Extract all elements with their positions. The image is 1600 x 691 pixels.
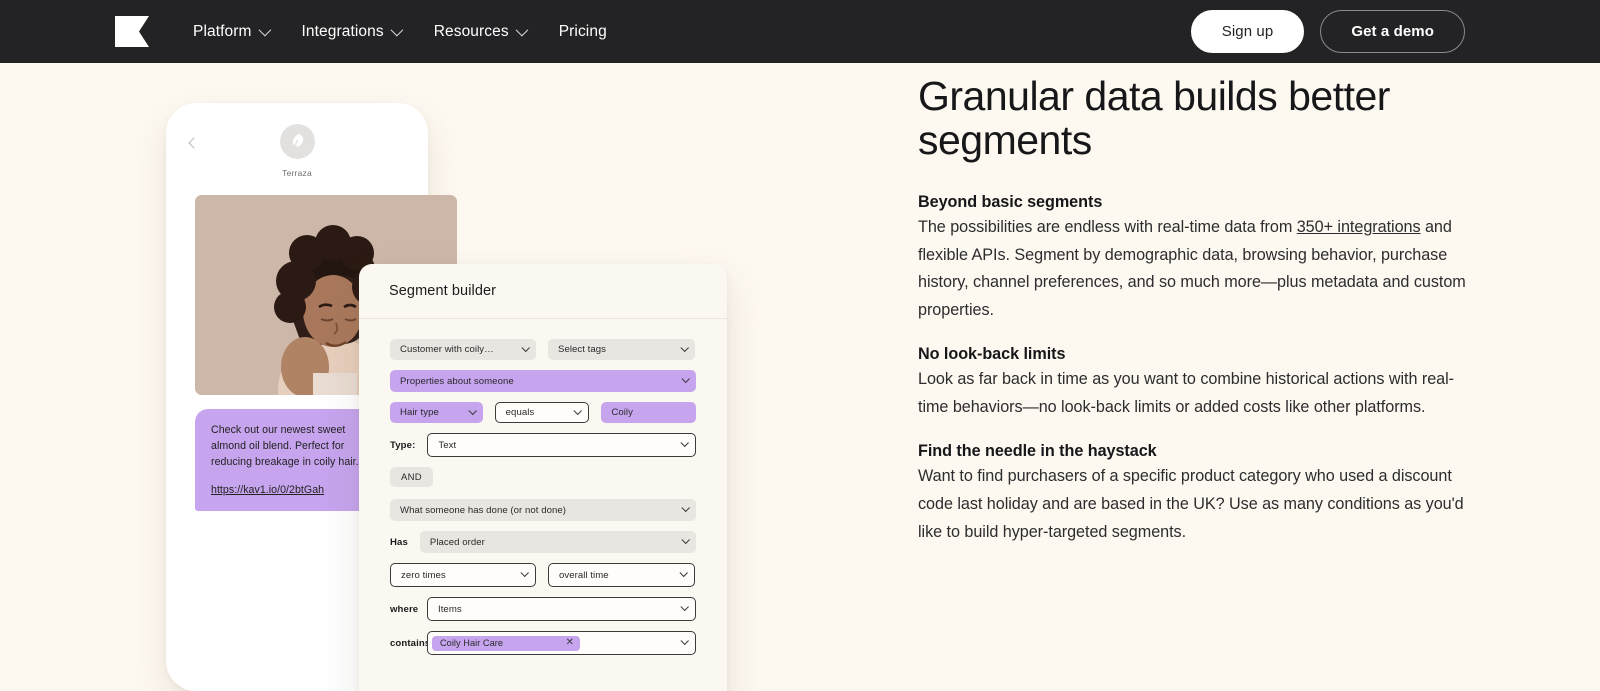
segment-builder-header: Segment builder xyxy=(359,264,727,319)
select-value: zero times xyxy=(401,569,446,581)
nav-item-label: Pricing xyxy=(558,22,607,40)
condition-group-row: Properties about someone xyxy=(390,370,696,392)
get-a-demo-button[interactable]: Get a demo xyxy=(1320,10,1465,53)
chevron-down-icon xyxy=(680,636,689,646)
chevron-down-icon xyxy=(258,23,271,37)
behavior-group-select[interactable]: What someone has done (or not done) xyxy=(390,499,696,521)
metric-row: Has Placed order xyxy=(390,531,696,553)
chevron-down-icon xyxy=(521,343,530,352)
nav-item-label: Integrations xyxy=(301,22,384,40)
value-input[interactable]: Coily xyxy=(601,402,696,423)
type-row: Type: Text xyxy=(390,433,696,457)
nav-item-label: Resources xyxy=(433,22,509,40)
sms-link[interactable]: https://kav1.io/0/2btGah xyxy=(211,484,324,496)
copy-block-find-the-needle: Find the needle in the haystack Want to … xyxy=(918,442,1478,547)
where-select[interactable]: Items xyxy=(427,597,696,621)
page-content: Terraza Check out our newest sweet almon… xyxy=(0,63,1600,691)
nav-item-label: Platform xyxy=(193,22,252,40)
segment-builder-card: Segment builder Customer with coily… Sel… xyxy=(359,264,727,691)
copy-block-title: Find the needle in the haystack xyxy=(918,441,1157,460)
nav-item-resources[interactable]: Resources xyxy=(417,16,542,48)
select-value: Placed order xyxy=(429,536,485,548)
close-x-icon[interactable]: ✕ xyxy=(566,638,574,648)
joiner-row: AND xyxy=(390,467,696,487)
page-title: Granular data builds better segments xyxy=(918,73,1390,163)
phone-header: Terraza xyxy=(166,103,428,195)
select-value: equals xyxy=(505,407,535,418)
copy-block-text: Want to find purchasers of a specific pr… xyxy=(918,466,1464,541)
select-value: Hair type xyxy=(400,407,439,418)
contains-label: contains xyxy=(390,637,431,649)
product-illustration: Terraza Check out our newest sweet almon… xyxy=(0,63,900,691)
chevron-down-icon xyxy=(573,406,583,415)
select-value: Customer with coily… xyxy=(400,344,494,355)
sms-body: Check out our newest sweet almond oil bl… xyxy=(211,424,359,469)
type-select[interactable]: Text xyxy=(427,433,696,457)
chevron-down-icon xyxy=(681,374,690,384)
chevron-down-icon xyxy=(680,343,689,352)
contains-tag-label: Coily Hair Care xyxy=(440,638,504,648)
where-label: where xyxy=(390,603,419,615)
copy-block-beyond-basic-segments: Beyond basic segments The possibilities … xyxy=(918,193,1478,325)
chevron-down-icon xyxy=(520,568,529,578)
segment-meta-row: Customer with coily… Select tags xyxy=(390,339,696,360)
chevron-down-icon xyxy=(681,535,690,545)
sign-up-button[interactable]: Sign up xyxy=(1190,10,1305,53)
select-value: Select tags xyxy=(558,344,607,355)
sender-name: Terraza xyxy=(282,168,312,178)
sender-block: Terraza xyxy=(166,124,428,178)
select-value: overall time xyxy=(559,569,609,581)
copy-block-text: The possibilities are endless with real-… xyxy=(918,214,1478,325)
behavior-group-row: What someone has done (or not done) xyxy=(390,499,696,521)
avatar xyxy=(279,124,315,159)
chevron-down-icon xyxy=(390,23,403,37)
chevron-down-icon xyxy=(681,503,690,513)
integrations-link[interactable]: 350+ integrations xyxy=(1297,218,1421,236)
input-value: Coily xyxy=(611,407,633,418)
chevron-down-icon xyxy=(515,23,528,37)
chevron-down-icon xyxy=(680,602,689,612)
chevron-down-icon xyxy=(679,568,688,578)
chevron-down-icon xyxy=(468,406,477,415)
copy-block-text: Look as far back in time as you want to … xyxy=(918,370,1454,417)
and-joiner-chip[interactable]: AND xyxy=(390,467,433,487)
select-value: Properties about someone xyxy=(400,375,514,387)
segment-name-select[interactable]: Customer with coily… xyxy=(390,339,536,360)
timeframe-select[interactable]: overall time xyxy=(548,563,695,587)
nav-actions: Sign up Get a demo xyxy=(1190,10,1465,53)
has-label: Has xyxy=(390,536,408,548)
property-select[interactable]: Hair type xyxy=(390,402,483,423)
top-navigation-bar: Platform Integrations Resources Pricing … xyxy=(0,0,1600,63)
contains-tag[interactable]: Coily Hair Care ✕ xyxy=(432,635,580,651)
text-before-link: The possibilities are endless with real-… xyxy=(918,217,1297,236)
select-value: What someone has done (or not done) xyxy=(400,504,567,516)
contains-select[interactable]: Coily Hair Care ✕ xyxy=(427,631,696,655)
nav-item-platform[interactable]: Platform xyxy=(193,16,285,48)
metric-select[interactable]: Placed order xyxy=(419,531,696,553)
nav-links: Platform Integrations Resources Pricing xyxy=(193,16,624,48)
marketing-copy: Granular data builds better segments Bey… xyxy=(918,73,1478,566)
select-value: Text xyxy=(438,439,457,451)
copy-block-title: No look-back limits xyxy=(918,345,1066,364)
klaviyo-flag-logo[interactable] xyxy=(115,16,149,47)
copy-block-title: Beyond basic segments xyxy=(918,192,1103,211)
card-title: Segment builder xyxy=(389,283,497,299)
sprout-leaf-icon xyxy=(292,134,303,149)
segment-tags-select[interactable]: Select tags xyxy=(548,339,695,360)
frequency-row: zero times overall time xyxy=(390,563,696,587)
segment-builder-body: Customer with coily… Select tags Propert… xyxy=(359,319,727,655)
property-condition-row: Hair type equals Coily xyxy=(390,402,696,423)
where-row: where Items xyxy=(390,597,696,621)
contains-row: contains Coily Hair Care ✕ xyxy=(390,631,696,655)
nav-item-pricing[interactable]: Pricing xyxy=(542,16,624,48)
chevron-down-icon xyxy=(680,438,689,448)
copy-block-no-look-back-limits: No look-back limits Look as far back in … xyxy=(918,345,1478,422)
select-value: Items xyxy=(438,603,462,615)
condition-group-select[interactable]: Properties about someone xyxy=(390,370,696,392)
operator-select[interactable]: equals xyxy=(494,402,590,423)
nav-item-integrations[interactable]: Integrations xyxy=(285,16,417,48)
type-label: Type: xyxy=(390,439,416,451)
times-select[interactable]: zero times xyxy=(390,563,536,587)
